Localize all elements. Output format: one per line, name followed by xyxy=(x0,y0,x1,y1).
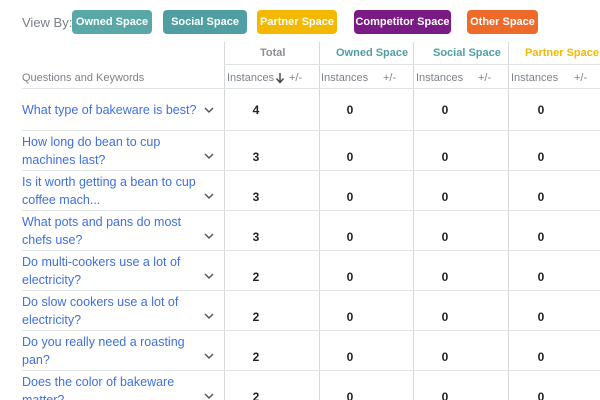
table-row: Do multi-cookers use a lot of electricit… xyxy=(0,250,600,290)
table-row: Is it worth getting a bean to cup coffee… xyxy=(0,170,600,210)
chevron-down-icon[interactable] xyxy=(202,189,216,203)
questions-table: Total Owned Space Social Space Partner S… xyxy=(0,42,600,400)
chevron-down-icon[interactable] xyxy=(202,103,216,117)
social-instances-value: 0 xyxy=(441,230,449,244)
header-owned-space: Owned Space xyxy=(336,47,409,59)
header-partner-space: Partner Space xyxy=(525,47,599,59)
header-partner-change: +/- xyxy=(574,72,588,84)
partner-instances-value: 0 xyxy=(537,190,545,204)
social-instances-value: 0 xyxy=(441,190,449,204)
header-total: Total xyxy=(260,47,286,59)
owned-instances-value: 0 xyxy=(346,190,354,204)
chevron-down-icon[interactable] xyxy=(202,269,216,283)
total-instances-value: 2 xyxy=(252,390,260,400)
chevron-down-icon[interactable] xyxy=(202,389,216,400)
question-link[interactable]: Is it worth getting a bean to cup coffee… xyxy=(22,173,202,209)
partner-instances-value: 0 xyxy=(537,150,545,164)
table-row: Do slow cookers use a lot of electricity… xyxy=(0,290,600,330)
total-instances-value: 2 xyxy=(252,310,260,324)
header-owned-instances[interactable]: Instances xyxy=(321,72,368,84)
owned-instances-value: 0 xyxy=(346,310,354,324)
total-instances-value: 3 xyxy=(252,230,260,244)
table-row: Do you really need a roasting pan? 2 0 0 0 xyxy=(0,330,600,370)
question-link[interactable]: Does the color of bakeware matter? xyxy=(22,373,202,400)
total-instances-value: 4 xyxy=(252,103,260,117)
total-instances-value: 3 xyxy=(252,150,260,164)
total-instances-value: 2 xyxy=(252,350,260,364)
table-row: Does the color of bakeware matter? 2 0 0 0 xyxy=(0,370,600,400)
header-total-instances[interactable]: Instances xyxy=(227,72,274,84)
social-instances-value: 0 xyxy=(441,390,449,400)
filter-chip-social-space[interactable]: Social Space xyxy=(163,10,247,34)
question-link[interactable]: How long do bean to cup machines last? xyxy=(22,133,202,169)
filter-chip-competitor-space[interactable]: Competitor Space xyxy=(354,10,451,34)
total-instances-value: 3 xyxy=(252,190,260,204)
header-social-change: +/- xyxy=(478,72,492,84)
question-link[interactable]: Do you really need a roasting pan? xyxy=(22,333,202,369)
header-divider xyxy=(224,64,600,65)
header-total-change: +/- xyxy=(289,72,303,84)
table-row: What pots and pans do most chefs use? 3 0 0… xyxy=(0,210,600,250)
question-link[interactable]: Do multi-cookers use a lot of electricit… xyxy=(22,253,202,289)
header-divider xyxy=(22,88,600,89)
view-by-label: View By: xyxy=(22,15,73,30)
partner-instances-value: 0 xyxy=(537,310,545,324)
filter-chip-partner-space[interactable]: Partner Space xyxy=(257,10,337,34)
partner-instances-value: 0 xyxy=(537,390,545,400)
chevron-down-icon[interactable] xyxy=(202,229,216,243)
chevron-down-icon[interactable] xyxy=(202,349,216,363)
owned-instances-value: 0 xyxy=(346,270,354,284)
sort-arrow-down-icon[interactable] xyxy=(275,72,285,84)
filter-chip-owned-space[interactable]: Owned Space xyxy=(72,10,152,34)
social-instances-value: 0 xyxy=(441,150,449,164)
owned-instances-value: 0 xyxy=(346,350,354,364)
social-instances-value: 0 xyxy=(441,350,449,364)
header-social-instances[interactable]: Instances xyxy=(416,72,463,84)
question-link[interactable]: What pots and pans do most chefs use? xyxy=(22,213,202,249)
header-owned-change: +/- xyxy=(383,72,397,84)
partner-instances-value: 0 xyxy=(537,270,545,284)
table-row: How long do bean to cup machines last? 3 0… xyxy=(0,130,600,170)
header-social-space: Social Space xyxy=(433,47,501,59)
view-by-bar: View By: Owned Space Social Space Partne… xyxy=(0,0,600,44)
social-instances-value: 0 xyxy=(441,270,449,284)
header-partner-instances[interactable]: Instances xyxy=(511,72,558,84)
header-questions-keywords: Questions and Keywords xyxy=(22,72,145,84)
total-instances-value: 2 xyxy=(252,270,260,284)
filter-chip-other-space[interactable]: Other Space xyxy=(467,10,538,34)
social-instances-value: 0 xyxy=(441,310,449,324)
chevron-down-icon[interactable] xyxy=(202,149,216,163)
owned-instances-value: 0 xyxy=(346,150,354,164)
owned-instances-value: 0 xyxy=(346,230,354,244)
chevron-down-icon[interactable] xyxy=(202,309,216,323)
partner-instances-value: 0 xyxy=(537,103,545,117)
social-instances-value: 0 xyxy=(441,103,449,117)
table-row: What type of bakeware is best? 4 0 0 0 xyxy=(0,90,600,130)
owned-instances-value: 0 xyxy=(346,390,354,400)
question-link[interactable]: What type of bakeware is best? xyxy=(22,101,202,119)
partner-instances-value: 0 xyxy=(537,350,545,364)
question-link[interactable]: Do slow cookers use a lot of electricity… xyxy=(22,293,202,329)
partner-instances-value: 0 xyxy=(537,230,545,244)
owned-instances-value: 0 xyxy=(346,103,354,117)
